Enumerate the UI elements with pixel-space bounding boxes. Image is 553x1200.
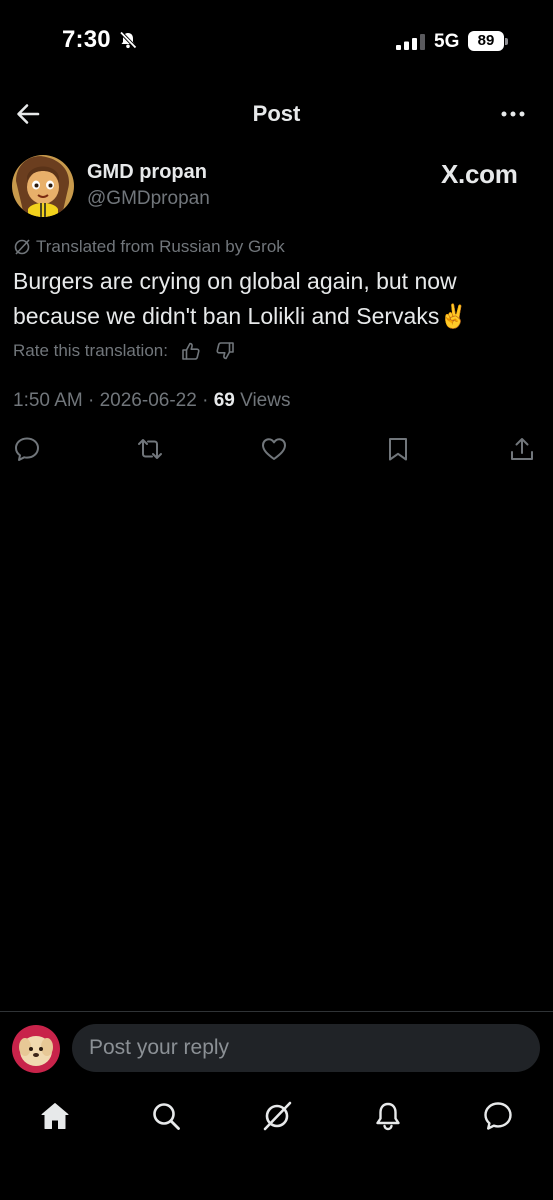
translation-note[interactable]: Translated from Russian by Grok — [13, 236, 285, 258]
network-label: 5G — [434, 31, 460, 52]
notifications-icon[interactable] — [372, 1100, 404, 1132]
bell-muted-icon — [119, 31, 137, 49]
like-icon[interactable] — [260, 435, 288, 463]
reply-icon[interactable] — [13, 435, 41, 463]
my-avatar[interactable] — [12, 1025, 60, 1073]
search-icon[interactable] — [150, 1100, 182, 1132]
battery-icon: 89 — [468, 31, 504, 51]
rate-translation: Rate this translation: — [13, 340, 236, 362]
thumbs-up-icon[interactable] — [180, 340, 202, 362]
x-com-watermark: X.com — [441, 159, 518, 189]
post-text: Burgers are crying on global again, but … — [13, 268, 468, 329]
battery-nub — [505, 38, 508, 45]
views-count[interactable]: 69 — [214, 390, 235, 411]
page-title: Post — [252, 101, 301, 126]
battery-level: 89 — [477, 32, 495, 49]
reply-divider — [0, 1011, 553, 1012]
grok-icon[interactable] — [261, 1100, 293, 1132]
author-avatar[interactable] — [12, 155, 74, 217]
status-time: 7:30 — [62, 26, 111, 53]
views-label[interactable]: Views — [240, 390, 290, 411]
home-icon[interactable] — [39, 1100, 71, 1132]
rate-translation-label: Rate this translation: — [13, 341, 168, 360]
repost-icon[interactable] — [136, 435, 164, 463]
author-handle[interactable]: @GMDpropan — [87, 188, 210, 210]
thumbs-down-icon[interactable] — [214, 340, 236, 362]
messages-icon[interactable] — [482, 1100, 514, 1132]
bookmark-icon[interactable] — [384, 435, 412, 463]
author-name[interactable]: GMD propan — [87, 161, 207, 184]
post-meta: 1:50 AM · 2026-06-22 · 69 Views — [13, 390, 290, 412]
translation-note-text: Translated from Russian by Grok — [36, 237, 285, 256]
signal-icon — [396, 34, 425, 50]
meta-separator: · — [202, 390, 209, 411]
share-icon[interactable] — [508, 435, 536, 463]
post-date: 2026-06-22 — [99, 390, 197, 411]
meta-separator: · — [88, 390, 95, 411]
more-icon[interactable] — [498, 100, 528, 128]
grok-icon — [14, 239, 30, 255]
reply-input[interactable] — [72, 1024, 540, 1072]
post-time: 1:50 AM — [13, 390, 83, 411]
